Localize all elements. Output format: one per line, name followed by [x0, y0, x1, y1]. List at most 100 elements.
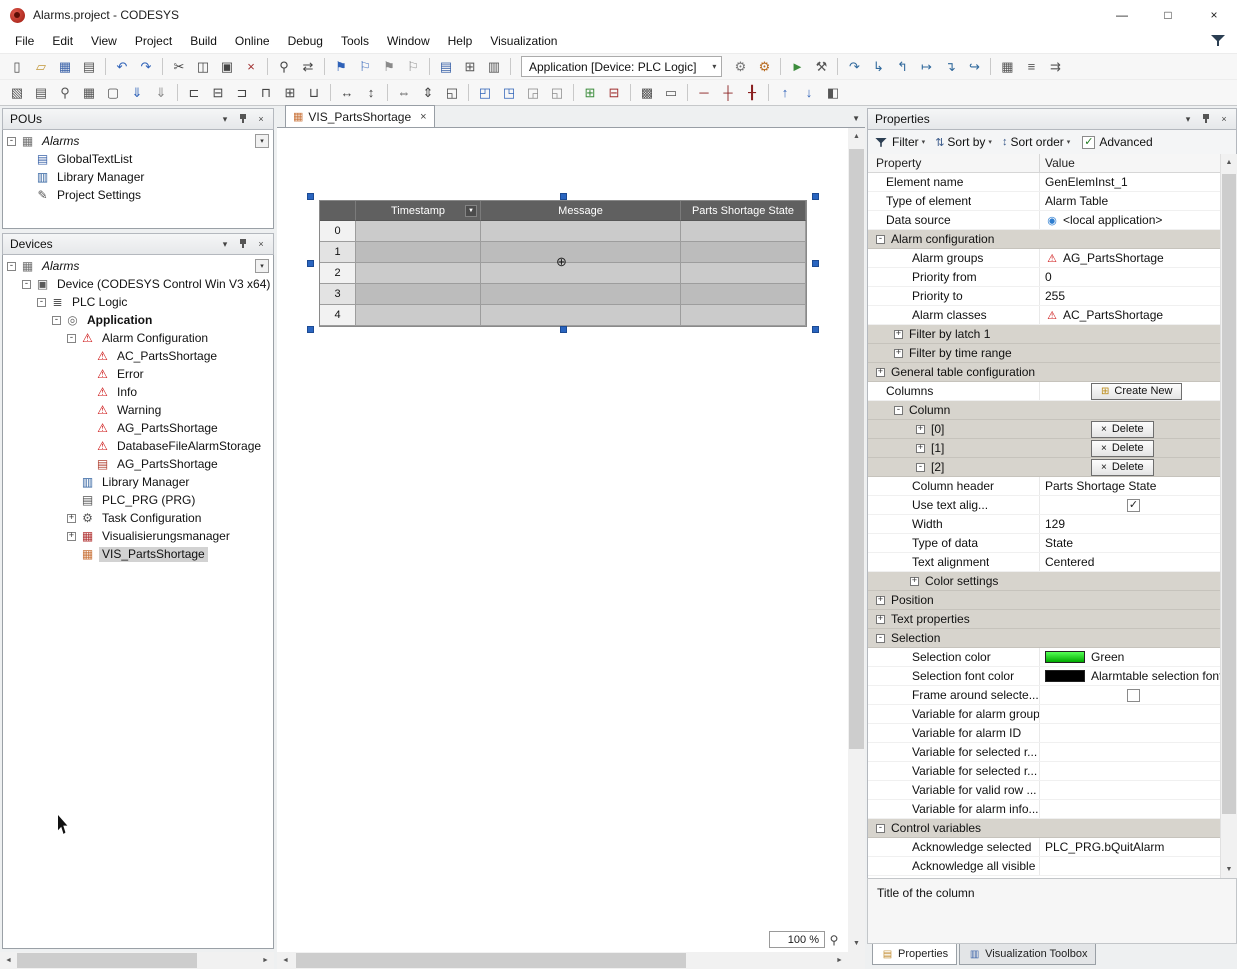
toolbar-button-align-horizontal-center[interactable]: ⊟ [207, 82, 229, 104]
toolbar-button-step-into[interactable]: ↳ [867, 56, 889, 78]
toolbar-button-element-properties[interactable]: ╂ [741, 82, 763, 104]
devices-item-error[interactable]: ⚠Error [3, 365, 273, 383]
property-row-0[interactable]: +[0]×Delete [868, 420, 1220, 439]
expand-expander-icon[interactable]: + [894, 330, 903, 339]
selection-handle-top-left[interactable] [307, 193, 314, 200]
visualization-filter-icon[interactable] [1211, 34, 1225, 49]
property-row-alarm-classes[interactable]: Alarm classes⚠AC_PartsShortage [868, 306, 1220, 325]
devices-item-plc-prg-prg[interactable]: ▤PLC_PRG (PRG) [3, 491, 273, 509]
collapse-expander-icon[interactable]: - [37, 298, 46, 307]
scroll-thumb[interactable] [849, 149, 864, 749]
property-row-selection-color[interactable]: Selection colorGreen [868, 648, 1220, 667]
menu-file[interactable]: File [6, 30, 43, 53]
zoom-level[interactable]: 100 % [769, 931, 825, 948]
property-row-selection-font-color[interactable]: Selection font colorAlarmtable selection… [868, 667, 1220, 686]
pous-item-project-settings[interactable]: ✎Project Settings [3, 186, 273, 204]
property-row-acknowledge-all-visible[interactable]: Acknowledge all visible [868, 857, 1220, 876]
toolbar-button-online-config[interactable]: ⚒ [810, 56, 832, 78]
menu-build[interactable]: Build [181, 30, 226, 53]
scroll-up-icon[interactable]: ▲ [1221, 154, 1237, 171]
maximize-button[interactable]: □ [1145, 0, 1191, 30]
toolbar-button-ungroup[interactable]: ⊟ [603, 82, 625, 104]
sort-order-dropdown-icon[interactable]: ▾ [1067, 138, 1071, 146]
property-row-columns[interactable]: Columns⊞Create New [868, 382, 1220, 401]
toolbar-button-edit-visualization-frame[interactable]: ◧ [822, 82, 844, 104]
expand-expander-icon[interactable]: + [67, 514, 76, 523]
delete-button[interactable]: ×Delete [1091, 421, 1154, 438]
close-button[interactable]: × [1191, 0, 1237, 30]
property-row-acknowledge-selected[interactable]: Acknowledge selectedPLC_PRG.bQuitAlarm [868, 838, 1220, 857]
toolbar-button-remove-element[interactable]: ─ [693, 82, 715, 104]
devices-item-vis-partsshortage[interactable]: ▦VIS_PartsShortage [3, 545, 273, 563]
selection-handle-middle-right[interactable] [812, 260, 819, 267]
toolbar-button-project-settings[interactable]: ⊞ [459, 56, 481, 78]
toolbar-button-align-top[interactable]: ⊓ [255, 82, 277, 104]
editor-vertical-scrollbar[interactable]: ▲ ▼ [848, 128, 865, 952]
toolbar-button-bring-to-front[interactable]: ◰ [474, 82, 496, 104]
devices-item-visualisierungsmanager[interactable]: +▦Visualisierungsmanager [3, 527, 273, 545]
devices-dropdown-icon[interactable]: ▾ [217, 236, 233, 252]
checkbox-use-text-alig[interactable]: ✓ [1127, 499, 1140, 512]
toolbar-button-align-bottom[interactable]: ⊔ [303, 82, 325, 104]
property-row-use-text-alig[interactable]: Use text alig...✓ [868, 496, 1220, 515]
toolbar-button-activate-download-2[interactable]: ⇓ [150, 82, 172, 104]
scroll-thumb[interactable] [17, 953, 197, 968]
devices-close-icon[interactable]: × [253, 236, 269, 252]
filter-dropdown-icon[interactable]: ▾ [922, 138, 926, 146]
toolbar-button-show-next-statement[interactable]: ↪ [963, 56, 985, 78]
expand-expander-icon[interactable]: + [916, 425, 925, 434]
property-row-variable-for-selected-r[interactable]: Variable for selected r... [868, 762, 1220, 781]
toolbar-button-move-down[interactable]: ↓ [798, 82, 820, 104]
properties-panel-header[interactable]: Properties ▾ × [867, 108, 1237, 130]
selection-handle-bottom-left[interactable] [307, 326, 314, 333]
tab-visualization-toolbox[interactable]: ▥Visualization Toolbox [959, 944, 1096, 965]
properties-vertical-scrollbar[interactable]: ▲ ▼ [1220, 154, 1237, 878]
properties-close-icon[interactable]: × [1216, 111, 1232, 127]
filter-label[interactable]: Filter [892, 135, 919, 149]
properties-pin-icon[interactable] [1198, 111, 1214, 127]
scroll-left-icon[interactable]: ◄ [277, 952, 294, 969]
property-group-control-variables[interactable]: -Control variables [868, 819, 1220, 838]
toolbar-button-generate-code[interactable]: ⚙ [753, 56, 775, 78]
toolbar-button-make-same-width[interactable]: ⇔ [393, 82, 415, 104]
toolbar-button-flow-control[interactable]: ⇉ [1044, 56, 1066, 78]
menu-debug[interactable]: Debug [279, 30, 332, 53]
color-swatch-green[interactable] [1045, 651, 1085, 663]
selection-handle-middle-left[interactable] [307, 260, 314, 267]
toolbar-button-open-project[interactable]: ▱ [30, 56, 52, 78]
menu-online[interactable]: Online [226, 30, 279, 53]
scroll-up-icon[interactable]: ▲ [848, 128, 865, 145]
toolbar-button-toggle-bookmark[interactable]: ⚑ [330, 56, 352, 78]
collapse-expander-icon[interactable]: - [916, 463, 925, 472]
devices-pin-icon[interactable] [235, 236, 251, 252]
sort-order-label[interactable]: Sort order [1010, 135, 1063, 149]
selection-handle-bottom-right[interactable] [812, 326, 819, 333]
pous-panel-header[interactable]: POUs ▾ × [2, 108, 274, 130]
scroll-right-icon[interactable]: ► [831, 952, 848, 969]
toolbar-button-send-one-backward[interactable]: ◲ [522, 82, 544, 104]
property-row-column-header[interactable]: Column headerParts Shortage State [868, 477, 1220, 496]
toolbar-button-undo[interactable]: ↶ [111, 56, 133, 78]
tab-list-dropdown-icon[interactable]: ▼ [852, 114, 860, 123]
toolbar-button-replace[interactable]: ⇄ [297, 56, 319, 78]
toolbar-button-show-grid[interactable]: ▦ [78, 82, 100, 104]
toolbar-button-export[interactable]: ▥ [483, 56, 505, 78]
property-row-alarm-groups[interactable]: Alarm groups⚠AG_PartsShortage [868, 249, 1220, 268]
tree-root-dropdown-icon[interactable]: ▾ [255, 134, 269, 148]
pous-pin-icon[interactable] [235, 111, 251, 127]
delete-button[interactable]: ×Delete [1091, 459, 1154, 476]
filter-dropdown-icon[interactable]: ▼ [465, 205, 477, 217]
property-group-selection[interactable]: -Selection [868, 629, 1220, 648]
devices-item-ag-partsshortage[interactable]: ▤AG_PartsShortage [3, 455, 273, 473]
devices-item-application[interactable]: -◎Application [3, 311, 273, 329]
property-row-variable-for-selected-r[interactable]: Variable for selected r... [868, 743, 1220, 762]
property-row-variable-for-alarm-group[interactable]: Variable for alarm group [868, 705, 1220, 724]
devices-item-task-configuration[interactable]: +⚙Task Configuration [3, 509, 273, 527]
application-selector[interactable]: Application [Device: PLC Logic]▾ [521, 56, 722, 77]
devices-item-alarm-configuration[interactable]: -⚠Alarm Configuration [3, 329, 273, 347]
toolbar-button-align-left[interactable]: ⊏ [183, 82, 205, 104]
scroll-down-icon[interactable]: ▼ [1221, 861, 1237, 878]
toolbar-button-delete[interactable]: × [240, 56, 262, 78]
toolbar-button-frame-selection[interactable]: ▭ [660, 82, 682, 104]
color-swatch-black[interactable] [1045, 670, 1085, 682]
